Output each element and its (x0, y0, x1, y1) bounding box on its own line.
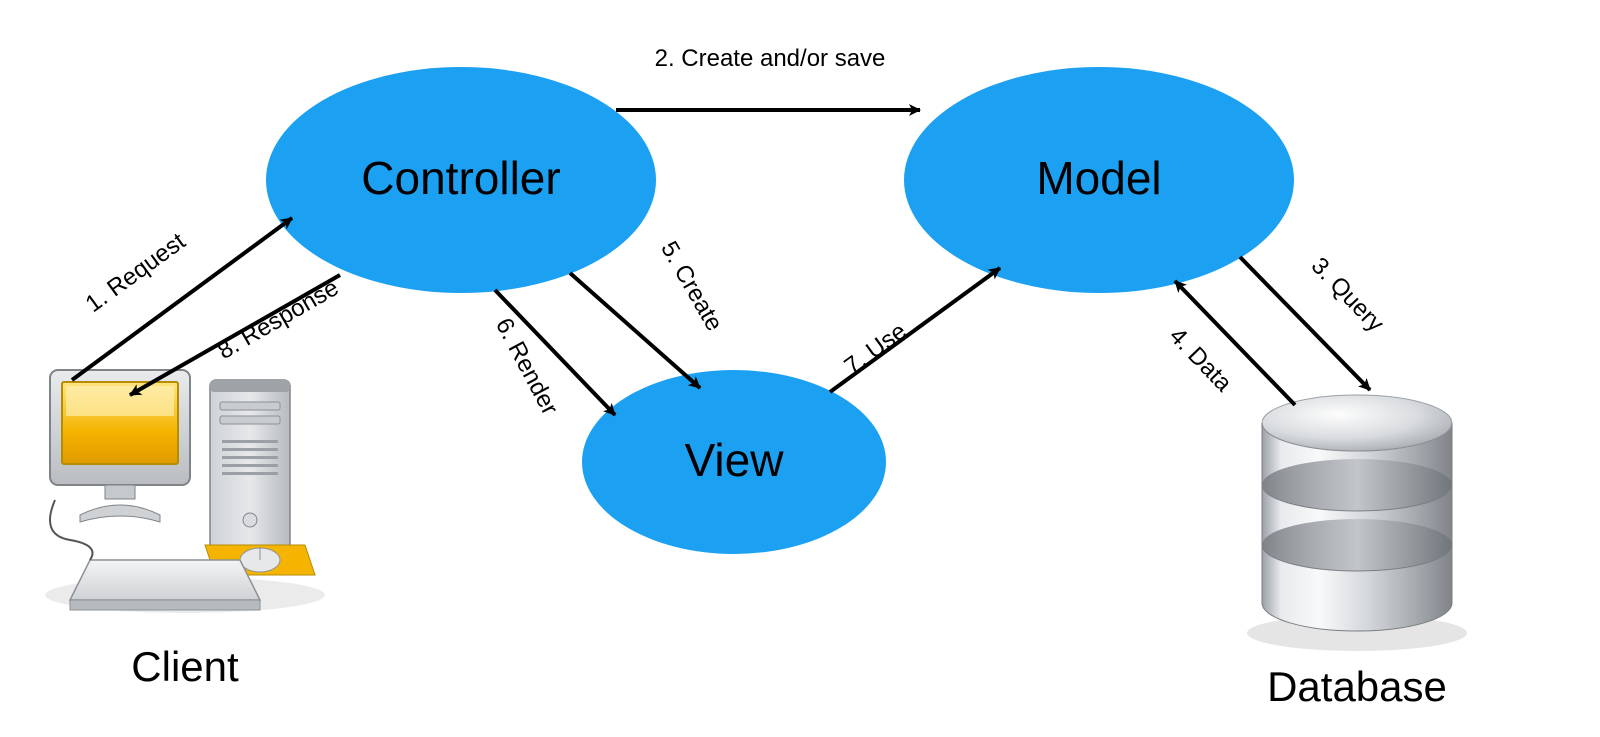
view-node: View (582, 370, 886, 554)
database-caption: Database (1267, 663, 1447, 710)
controller-node: Controller (266, 67, 656, 293)
edge-create-label: 5. Create (655, 237, 728, 336)
database-icon (1247, 395, 1467, 651)
edge-render-label: 6. Render (490, 314, 563, 420)
view-label: View (685, 434, 785, 486)
client-icon (45, 370, 325, 613)
client-caption: Client (131, 643, 239, 690)
edge-use-label: 7. Use (840, 318, 912, 381)
model-node: Model (904, 67, 1294, 293)
edge-create-save-label: 2. Create and/or save (655, 45, 886, 72)
controller-label: Controller (361, 152, 560, 204)
model-label: Model (1036, 152, 1161, 204)
edge-response-label: 8. Response (213, 274, 343, 365)
edge-query-label: 3. Query (1306, 252, 1389, 337)
